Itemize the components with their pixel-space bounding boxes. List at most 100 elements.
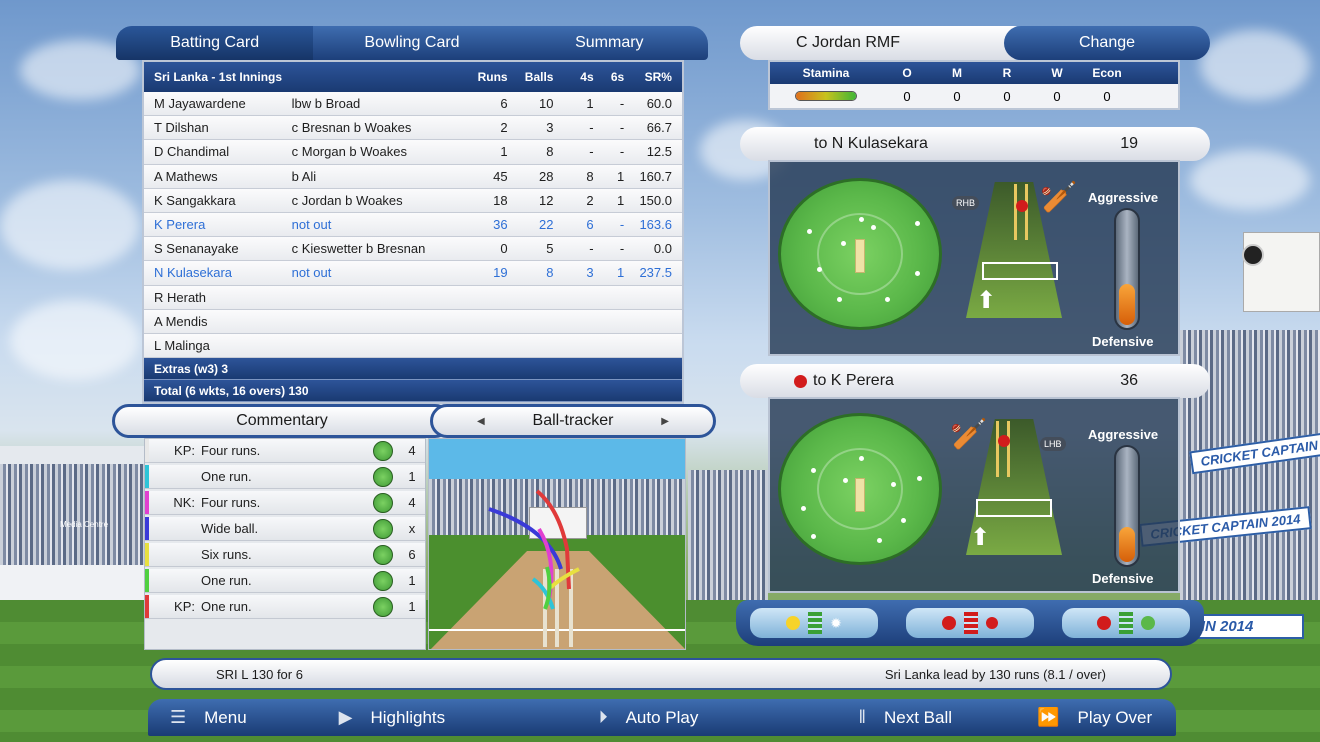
- clock-icon: [1242, 244, 1264, 266]
- batting-row[interactable]: A Mathews b Ali 45 28 8 1 160.7: [144, 164, 682, 189]
- arrow-up-icon-2: ⬆: [970, 524, 991, 551]
- commentary-row[interactable]: KP: One run. 1: [145, 595, 425, 619]
- shot-direction-icon: [373, 518, 393, 539]
- batting-row[interactable]: R Herath: [144, 285, 682, 310]
- aggression-slider-1[interactable]: [1114, 208, 1140, 330]
- commentary-text: One run.: [201, 573, 252, 588]
- batter-name: A Mendis: [154, 313, 208, 329]
- batting-row[interactable]: A Mendis: [144, 309, 682, 334]
- menu-button[interactable]: ☰ Menu: [170, 707, 339, 728]
- commentary-runs: 4: [408, 495, 416, 510]
- next-ball-button[interactable]: ‖ Next Ball: [859, 707, 1038, 728]
- trajectory-color-strip: [145, 569, 149, 592]
- batting-rows: M Jayawardene lbw b Broad 6 10 1-60.0 T Dilsh…: [144, 92, 682, 359]
- header-runs: Runs: [477, 70, 508, 84]
- commentary-batter: NK:: [173, 495, 195, 510]
- commentary-text: Four runs.: [201, 495, 261, 510]
- value-runs: 0: [1003, 88, 1011, 104]
- batting-row[interactable]: L Malinga: [144, 333, 682, 359]
- tab-summary[interactable]: Summary: [511, 26, 708, 60]
- strike-rate: 163.6: [639, 217, 672, 233]
- batting-row[interactable]: K Perera not out 36 22 6 -163.6: [144, 212, 682, 238]
- total-row: Total (6 wkts, 16 overs) 130: [144, 380, 682, 403]
- tactic-button-attack[interactable]: [906, 608, 1034, 638]
- play-over-button[interactable]: ⏩ Play Over: [1037, 707, 1176, 728]
- balls: 3: [546, 120, 554, 136]
- fours: -: [589, 241, 594, 257]
- mid-stand: [688, 470, 768, 600]
- batter-name: R Herath: [154, 289, 207, 305]
- header-runs-conceded: R: [1002, 66, 1012, 80]
- tactic-button-normal[interactable]: ✹: [750, 608, 878, 638]
- tab-commentary[interactable]: Commentary: [112, 404, 452, 438]
- batter-pill-2: to K Perera 36: [740, 364, 1210, 398]
- bowler-stats-header: Stamina O M R W Econ: [770, 62, 1178, 84]
- highlights-button[interactable]: ▶ Highlights: [339, 707, 599, 728]
- commentary-list: KP: Four runs. 4 One run. 1 NK: Four runs. 4 Wid…: [144, 438, 426, 650]
- commentary-row[interactable]: Six runs. 6: [145, 543, 425, 567]
- tab-ball-tracker[interactable]: ◀ Ball-tracker ▶: [430, 404, 716, 438]
- balls: 8: [546, 265, 554, 281]
- sixes: -: [619, 120, 625, 136]
- commentary-runs: x: [408, 521, 416, 536]
- tab-batting-card[interactable]: Batting Card: [116, 26, 314, 60]
- balls: 8: [546, 144, 554, 160]
- tactic-button-defend[interactable]: [1062, 608, 1190, 638]
- auto-play-button[interactable]: ⏵ Auto Play: [599, 707, 859, 728]
- fours: 3: [586, 265, 594, 281]
- sixes: 1: [616, 265, 625, 281]
- value-overs: 0: [903, 88, 911, 104]
- bowler-stats: Stamina O M R W Econ 0 0 0 0 0: [768, 60, 1180, 110]
- fours: 1: [586, 96, 594, 112]
- commentary-row[interactable]: One run. 1: [145, 569, 425, 593]
- commentary-runs: 1: [408, 573, 416, 588]
- header-stamina: Stamina: [802, 66, 850, 80]
- value-wickets: 0: [1053, 88, 1061, 104]
- commentary-text: Six runs.: [201, 547, 252, 562]
- fours: -: [589, 120, 594, 136]
- tactic-buttons-bar: ✹: [736, 600, 1204, 646]
- commentary-row[interactable]: NK: Four runs. 4: [145, 491, 425, 515]
- aggression-slider-2[interactable]: [1114, 445, 1140, 567]
- runs: 6: [500, 96, 508, 112]
- commentary-row[interactable]: One run. 1: [145, 465, 425, 489]
- batting-row[interactable]: K Sangakkara c Jordan b Woakes 18 12 2 1 150.0: [144, 188, 682, 213]
- field-setting-oval-2[interactable]: [778, 413, 942, 565]
- batter-name: A Mathews: [154, 168, 218, 184]
- commentary-row[interactable]: Wide ball. x: [145, 517, 425, 541]
- field-setting-oval-1[interactable]: [778, 178, 942, 330]
- dismissal: c Morgan b Woakes: [291, 144, 407, 160]
- tab-bowling-card[interactable]: Bowling Card: [313, 26, 510, 60]
- dismissal: not out: [291, 265, 332, 281]
- menu-icon: ☰: [170, 707, 187, 727]
- batting-row[interactable]: D Chandimal c Morgan b Woakes 1 8 - - 12.5: [144, 140, 682, 165]
- batting-row[interactable]: T Dilshan c Bresnan b Woakes 2 3 - - 66.7: [144, 116, 682, 141]
- commentary-text: Four runs.: [201, 443, 261, 458]
- match-status-bar: SRI L 130 for 6 Sri Lanka lead by 130 ru…: [150, 658, 1172, 690]
- batting-row[interactable]: M Jayawardene lbw b Broad 6 10 1 - 60.0: [144, 92, 682, 117]
- batting-row[interactable]: N Kulasekara not out 19 8 3 1 237.5: [144, 261, 682, 286]
- defensive-label-1: Defensive: [1092, 334, 1154, 349]
- scorecard-tabs: Batting Card Bowling Card Summary: [116, 26, 708, 60]
- commentary-row[interactable]: KP: Four runs. 4: [145, 439, 425, 463]
- defensive-label-2: Defensive: [1092, 571, 1154, 586]
- left-stand-roof: [0, 446, 145, 464]
- ball-tracker-label: Ball-tracker: [532, 412, 614, 429]
- change-bowler-button[interactable]: Change: [1004, 26, 1210, 60]
- bowler-name-pill[interactable]: C Jordan RMF: [740, 26, 1030, 60]
- next-arrow-icon[interactable]: ▶: [661, 416, 669, 427]
- score-summary: SRI L 130 for 6: [216, 666, 303, 682]
- runs: 0: [500, 241, 508, 257]
- value-econ: 0: [1103, 88, 1111, 104]
- runs: 1: [500, 144, 508, 160]
- shot-direction-icon: [373, 466, 393, 487]
- auto-play-icon: ⏵: [598, 707, 608, 727]
- strike-rate: 12.5: [646, 144, 672, 160]
- bowler-stats-values: 0 0 0 0 0: [770, 84, 1178, 108]
- batting-row[interactable]: S Senanayake c Kieswetter b Bresnan 0 5 - - 0.…: [144, 237, 682, 262]
- prev-arrow-icon[interactable]: ◀: [477, 416, 485, 427]
- trajectory-color-strip: [145, 543, 149, 566]
- commentary-runs: 1: [408, 469, 416, 484]
- fours: 2: [586, 192, 594, 208]
- stumps-icon: ‖: [858, 707, 866, 727]
